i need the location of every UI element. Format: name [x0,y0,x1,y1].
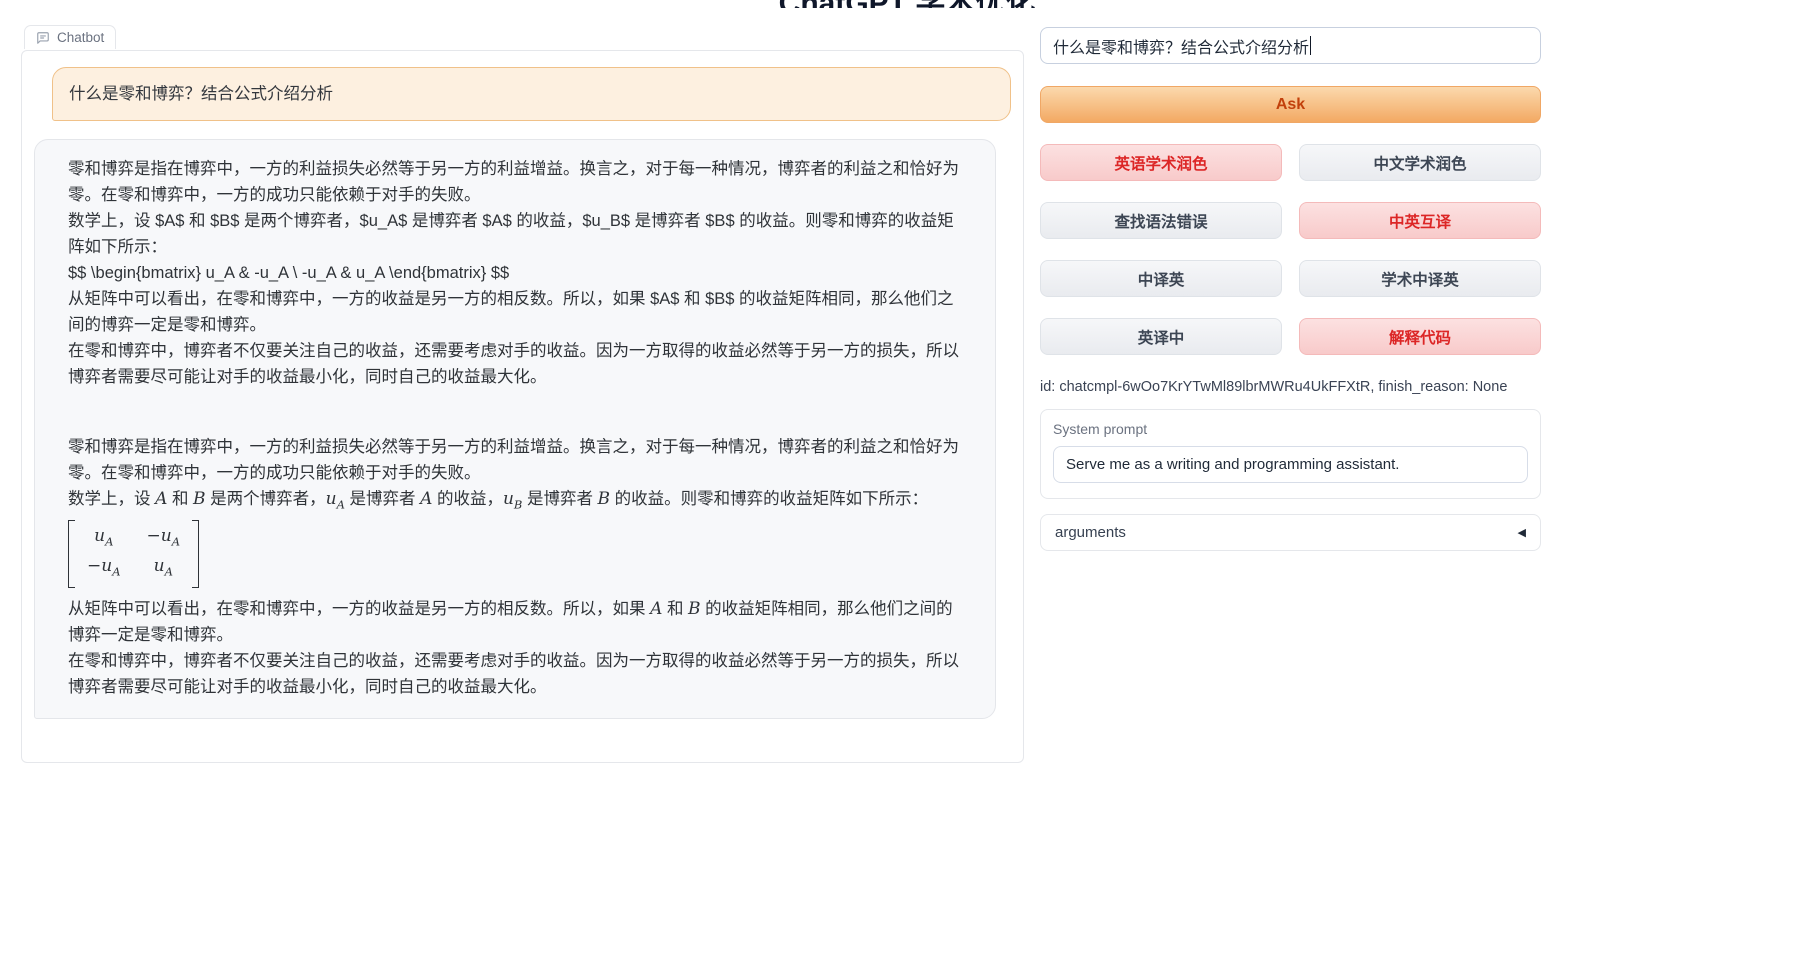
btn-explain-code[interactable]: 解释代码 [1299,318,1541,355]
bot-rendered-paragraph: 从矩阵中可以看出，在零和博弈中，一方的收益是另一方的相反数。所以，如果 A 和 … [68,596,967,648]
status-line: id: chatcmpl-6wOo7KrYTwMl89lbrMWRu4UkFFX… [1040,379,1541,395]
system-prompt-panel: System prompt Serve me as a writing and … [1040,409,1541,499]
query-input-value: 什么是零和博弈？结合公式介绍分析 [1053,34,1309,58]
ask-button[interactable]: Ask [1040,86,1541,123]
payoff-matrix: uA −uA −uA uA [68,520,199,588]
matrix-left-bracket [68,520,75,588]
bot-raw-paragraph: 从矩阵中可以看出，在零和博弈中，一方的收益是另一方的相反数。所以，如果 $A$ … [68,286,967,338]
btn-chinese-academic-polish[interactable]: 中文学术润色 [1299,144,1541,181]
user-message-text: 什么是零和博弈？结合公式介绍分析 [69,85,333,103]
accordion-collapsed-arrow-icon: ◀ [1518,526,1526,539]
btn-english-academic-polish[interactable]: 英语学术润色 [1040,144,1282,181]
matrix-cell: −uA [147,524,181,553]
bot-raw-paragraph: 零和博弈是指在博弈中，一方的利益损失必然等于另一方的利益增益。换言之，对于每一种… [68,156,967,208]
query-input[interactable]: 什么是零和博弈？结合公式介绍分析 [1040,27,1541,64]
chatbot-panel: 什么是零和博弈？结合公式介绍分析 零和博弈是指在博弈中，一方的利益损失必然等于另… [21,50,1024,763]
bot-message: 零和博弈是指在博弈中，一方的利益损失必然等于另一方的利益增益。换言之，对于每一种… [34,139,996,719]
app-root: ChatGPT 学术优化 Chatbot 什么是零和博弈？结合公式介绍分析 [0,0,1814,961]
chatbot-tab: Chatbot [24,25,116,49]
bot-raw-latex-formula: $$ \begin{bmatrix} u_A & -u_A \ -u_A & u… [68,260,967,286]
matrix-cell: −uA [87,554,121,583]
matrix-cell: uA [154,554,173,583]
app-header: ChatGPT 学术优化 [0,0,1814,8]
bot-rendered-paragraph: 在零和博弈中，博弈者不仅要关注自己的收益，还需要考虑对手的收益。因为一方取得的收… [68,648,967,700]
system-prompt-label: System prompt [1053,421,1528,437]
system-prompt-input[interactable]: Serve me as a writing and programming as… [1053,446,1528,483]
chatbot-tab-label: Chatbot [57,30,104,45]
arguments-accordion-label: arguments [1055,524,1126,541]
chat-bubble-icon [36,31,50,45]
bot-raw-paragraph: 数学上，设 $A$ 和 $B$ 是两个博弈者，$u_A$ 是博弈者 $A$ 的收… [68,208,967,260]
btn-zh-en-mutual-translate[interactable]: 中英互译 [1299,202,1541,239]
matrix-cells: uA −uA −uA uA [75,520,192,588]
btn-en-to-zh[interactable]: 英译中 [1040,318,1282,355]
controls-column: 什么是零和博弈？结合公式介绍分析 Ask 英语学术润色 中文学术润色 查找语法错… [1040,27,1541,551]
bot-answer-raw: 零和博弈是指在博弈中，一方的利益损失必然等于另一方的利益增益。换言之，对于每一种… [68,156,967,390]
bot-answer-rendered: 零和博弈是指在博弈中，一方的利益损失必然等于另一方的利益增益。换言之，对于每一种… [68,434,967,700]
bot-raw-paragraph: 在零和博弈中，博弈者不仅要关注自己的收益，还需要考虑对手的收益。因为一方取得的收… [68,338,967,390]
user-message: 什么是零和博弈？结合公式介绍分析 [52,67,1011,121]
btn-academic-zh-to-en[interactable]: 学术中译英 [1299,260,1541,297]
function-button-grid: 英语学术润色 中文学术润色 查找语法错误 中英互译 中译英 学术中译英 英译中 … [1040,144,1541,355]
btn-zh-to-en[interactable]: 中译英 [1040,260,1282,297]
arguments-accordion[interactable]: arguments ◀ [1040,514,1541,551]
text-cursor [1310,36,1311,55]
system-prompt-value: Serve me as a writing and programming as… [1066,456,1399,473]
bot-rendered-paragraph: 零和博弈是指在博弈中，一方的利益损失必然等于另一方的利益增益。换言之，对于每一种… [68,434,967,486]
matrix-cell: uA [94,524,113,553]
btn-find-grammar-errors[interactable]: 查找语法错误 [1040,202,1282,239]
bot-rendered-paragraph: 数学上，设 A 和 B 是两个博弈者，uA 是博弈者 A 的收益，uB 是博弈者… [68,486,967,517]
main-row: Chatbot 什么是零和博弈？结合公式介绍分析 零和博弈是指在博弈中，一方的利… [0,8,1814,763]
page-title: ChatGPT 学术优化 [779,0,1036,8]
chatbot-column: Chatbot 什么是零和博弈？结合公式介绍分析 零和博弈是指在博弈中，一方的利… [21,25,1024,763]
matrix-right-bracket [192,520,199,588]
